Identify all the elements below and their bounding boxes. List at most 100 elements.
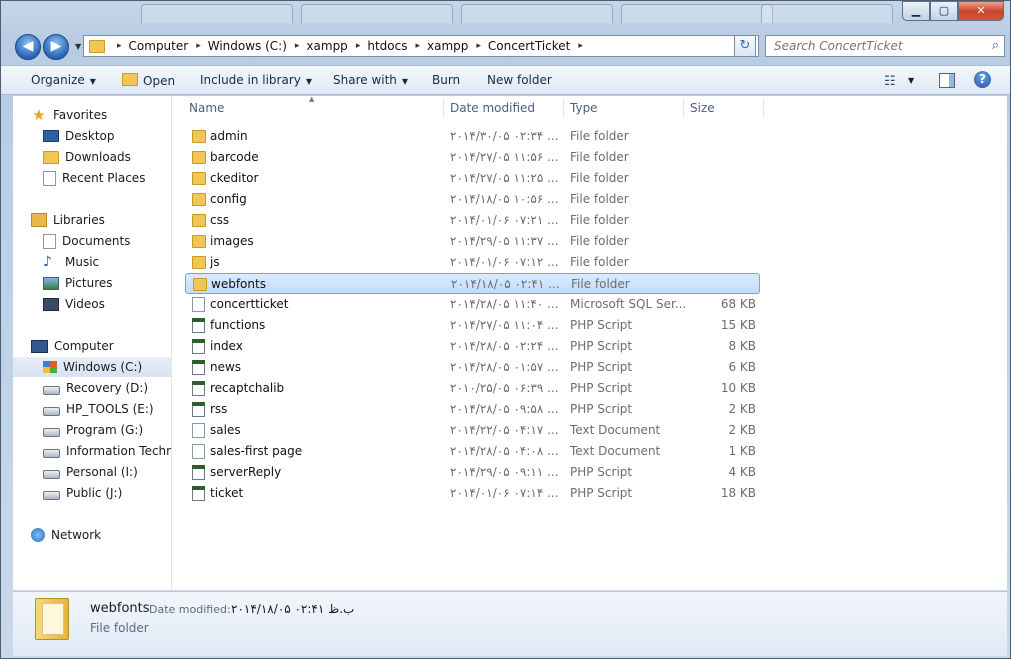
table-row[interactable]: rss ۲۰۱۴/۲۸/۰۵ ۰۹:۵۸ ... PHP Script 2 KB <box>185 399 760 420</box>
refresh-button[interactable]: ↻ <box>734 35 756 57</box>
sidebar-item-pictures[interactable]: Pictures <box>43 273 171 293</box>
sidebar-item-network[interactable]: Network <box>31 525 171 545</box>
chevron-right-icon[interactable]: ▸ <box>476 41 481 51</box>
table-row[interactable]: news ۲۰۱۴/۲۸/۰۵ ۰۱:۵۷ ... PHP Script 6 KB <box>185 357 760 378</box>
column-header-size[interactable]: Size <box>690 96 715 120</box>
background-tab <box>141 4 293 23</box>
table-row[interactable]: serverReply ۲۰۱۴/۲۹/۰۵ ۰۹:۱۱ ... PHP Scrip… <box>185 462 760 483</box>
table-row[interactable]: images ۲۰۱۴/۲۹/۰۵ ۱۱:۳۷ ... File folder <box>185 231 760 252</box>
search-icon[interactable]: ⌕ <box>992 38 999 53</box>
sidebar-item-downloads[interactable]: Downloads <box>43 147 171 167</box>
table-row[interactable]: ticket ۲۰۱۴/۰۱/۰۶ ۰۷:۱۴ ... PHP Script 18 K… <box>185 483 760 504</box>
include-in-library-button[interactable]: Include in library ▼ <box>200 73 312 87</box>
include-in-library-label: Include in library <box>200 73 301 87</box>
sidebar-item-computer[interactable]: Computer <box>31 336 171 356</box>
sidebar-item-videos[interactable]: Videos <box>43 294 171 314</box>
sidebar-item-label: Computer <box>54 339 114 353</box>
php-file-icon <box>192 465 205 480</box>
table-row[interactable]: admin ۲۰۱۴/۳۰/۰۵ ۰۲:۳۴ ... File folder <box>185 126 760 147</box>
help-icon[interactable]: ? <box>974 71 991 88</box>
column-divider[interactable] <box>683 98 684 118</box>
column-divider[interactable] <box>763 98 764 118</box>
breadcrumb-xampp-2[interactable]: xampp <box>427 39 468 53</box>
table-row[interactable]: webfonts ۲۰۱۴/۱۸/۰۵ ۰۲:۴۱ ... File folder <box>185 273 760 294</box>
sidebar-item-recovery-d[interactable]: Recovery (D:) <box>43 378 171 398</box>
sidebar-item-information-technology[interactable]: Information Techno <box>43 441 171 461</box>
file-date-modified: ۲۰۱۴/۲۲/۰۵ ۰۴:۱۷ ... <box>450 423 559 437</box>
close-button[interactable]: ✕ <box>958 1 1004 21</box>
column-header-date-modified[interactable]: Date modified <box>450 96 535 120</box>
title-bar[interactable]: ▁ ▢ ✕ <box>1 1 1010 29</box>
chevron-right-icon[interactable]: ▸ <box>415 41 420 51</box>
table-row[interactable]: js ۲۰۱۴/۰۱/۰۶ ۰۷:۱۲ ... File folder <box>185 252 760 273</box>
details-type: File folder <box>90 621 149 635</box>
desktop-icon <box>43 130 59 142</box>
column-header-name[interactable]: Name <box>189 96 224 120</box>
chevron-right-icon[interactable]: ▸ <box>117 41 122 51</box>
sidebar-item-label: Music <box>65 255 100 269</box>
file-type: File folder <box>570 150 629 164</box>
file-list: Name ▲ Date modified Type Size admin ۲۰۱۴… <box>172 96 1007 590</box>
search-input[interactable] <box>772 38 976 54</box>
table-row[interactable]: css ۲۰۱۴/۰۱/۰۶ ۰۷:۲۱ ... File folder <box>185 210 760 231</box>
burn-button[interactable]: Burn <box>432 73 460 87</box>
file-date-modified: ۲۰۱۴/۰۱/۰۶ ۰۷:۱۲ ... <box>450 255 559 269</box>
sidebar-item-personal-i[interactable]: Personal (I:) <box>43 462 171 482</box>
table-row[interactable]: barcode ۲۰۱۴/۲۷/۰۵ ۱۱:۵۶ ... File folder <box>185 147 760 168</box>
minimize-button[interactable]: ▁ <box>902 1 930 21</box>
breadcrumb-windows-c[interactable]: Windows (C:) <box>208 39 287 53</box>
table-row[interactable]: config ۲۰۱۴/۱۸/۰۵ ۱۰:۵۶ ... File folder <box>185 189 760 210</box>
organize-button[interactable]: Organize ▼ <box>31 73 96 87</box>
table-row[interactable]: concertticket ۲۰۱۴/۲۸/۰۵ ۱۱:۴۰ ... Microso… <box>185 294 760 315</box>
table-row[interactable]: functions ۲۰۱۴/۲۷/۰۵ ۱۱:۰۴ ... PHP Script 1… <box>185 315 760 336</box>
change-view-icon[interactable]: ☷ <box>884 74 896 89</box>
sidebar-item-documents[interactable]: Documents <box>43 231 171 251</box>
breadcrumb-htdocs[interactable]: htdocs <box>367 39 407 53</box>
sidebar-item-music[interactable]: ♪ Music <box>43 252 171 272</box>
file-name: news <box>210 360 242 374</box>
sidebar-item-label: Desktop <box>65 129 115 143</box>
sidebar-item-hp-tools-e[interactable]: HP_TOOLS (E:) <box>43 399 171 419</box>
chevron-down-icon[interactable]: ▼ <box>908 76 914 85</box>
sidebar-item-program-g[interactable]: Program (G:) <box>43 420 171 440</box>
forward-button[interactable]: ▶ <box>43 34 69 60</box>
recent-pages-dropdown-icon[interactable]: ▼ <box>75 42 81 51</box>
column-divider[interactable] <box>563 98 564 118</box>
file-date-modified: ۲۰۱۴/۲۸/۰۵ ۱۱:۴۰ ... <box>450 297 559 311</box>
back-button[interactable]: ◀ <box>15 34 41 60</box>
sidebar-item-libraries[interactable]: Libraries <box>31 210 171 230</box>
table-row[interactable]: sales-first page ۲۰۱۴/۲۸/۰۵ ۰۴:۰۸ ... Text… <box>185 441 760 462</box>
sidebar-item-favorites[interactable]: ★ Favorites <box>31 105 171 125</box>
address-bar[interactable]: ▸ Computer ▸ Windows (C:) ▸ xampp ▸ htdo… <box>83 35 759 57</box>
column-divider[interactable] <box>443 98 444 118</box>
preview-pane-icon[interactable] <box>939 73 955 88</box>
table-row[interactable]: ckeditor ۲۰۱۴/۲۷/۰۵ ۱۱:۲۵ ... File folder <box>185 168 760 189</box>
breadcrumb-xampp[interactable]: xampp <box>306 39 347 53</box>
chevron-right-icon[interactable]: ▸ <box>295 41 300 51</box>
chevron-right-icon[interactable]: ▸ <box>356 41 361 51</box>
search-box[interactable]: ⌕ <box>765 35 1005 57</box>
file-size: 1 KB <box>728 444 756 458</box>
new-folder-button[interactable]: New folder <box>487 73 552 87</box>
file-date-modified: ۲۰۱۴/۲۸/۰۵ ۰۹:۵۸ ... <box>450 402 559 416</box>
column-header-type[interactable]: Type <box>570 96 598 120</box>
table-row[interactable]: index ۲۰۱۴/۲۸/۰۵ ۰۲:۲۴ ... PHP Script 8 KB <box>185 336 760 357</box>
share-with-button[interactable]: Share with ▼ <box>333 73 408 87</box>
table-row[interactable]: sales ۲۰۱۴/۲۲/۰۵ ۰۴:۱۷ ... Text Document 2 … <box>185 420 760 441</box>
explorer-window: ▁ ▢ ✕ ◀ ▶ ▼ ▸ Computer ▸ Windows (C:) ▸ … <box>0 0 1011 659</box>
sidebar-item-windows-c[interactable]: Windows (C:) <box>13 357 171 377</box>
sidebar-item-label: Personal (I:) <box>66 465 138 479</box>
chevron-right-icon[interactable]: ▸ <box>196 41 201 51</box>
sidebar-item-desktop[interactable]: Desktop <box>43 126 171 146</box>
php-file-icon <box>192 318 205 333</box>
table-row[interactable]: recaptchalib ۲۰۱۰/۲۵/۰۵ ۰۶:۳۹ ... PHP Scri… <box>185 378 760 399</box>
maximize-button[interactable]: ▢ <box>930 1 958 21</box>
sidebar-item-public-j[interactable]: Public (J:) <box>43 483 171 503</box>
breadcrumb-concertticket[interactable]: ConcertTicket <box>488 39 570 53</box>
file-name: serverReply <box>210 465 282 479</box>
breadcrumb-computer[interactable]: Computer <box>129 39 189 53</box>
open-button[interactable]: Open <box>122 73 175 88</box>
chevron-right-icon[interactable]: ▸ <box>578 41 583 51</box>
sidebar-item-recent-places[interactable]: Recent Places <box>43 168 171 188</box>
file-name: admin <box>210 129 248 143</box>
